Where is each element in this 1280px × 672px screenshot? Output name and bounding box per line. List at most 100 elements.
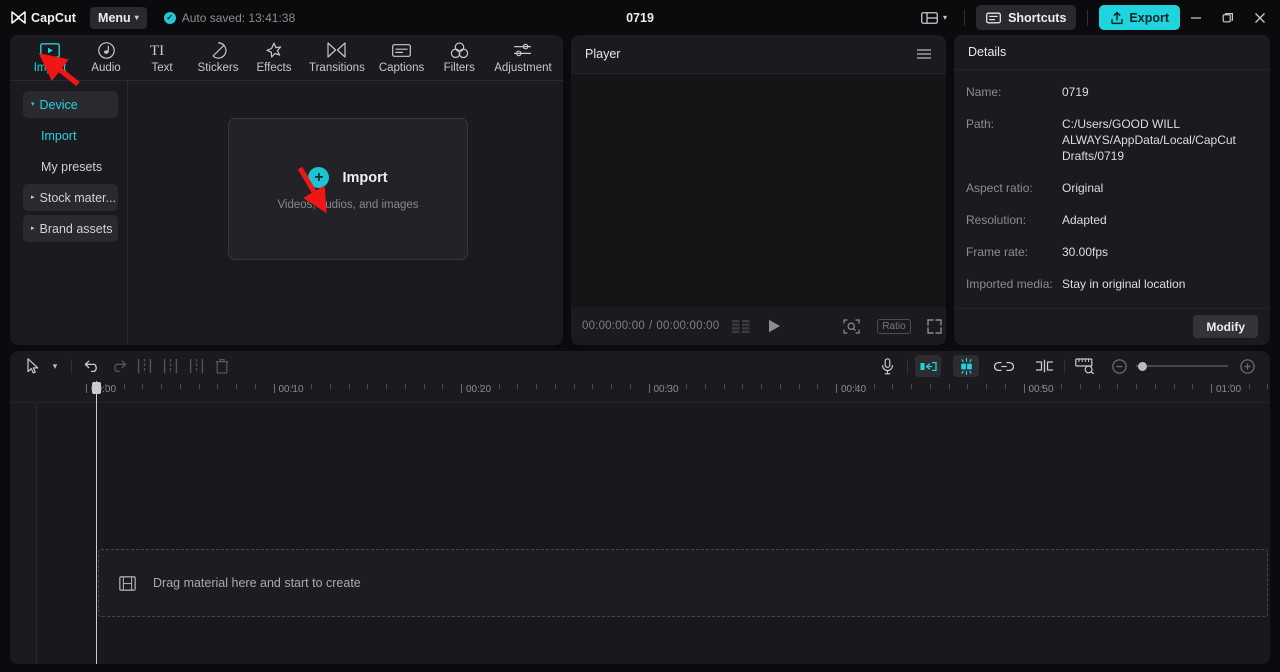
layout-grid-icon bbox=[921, 11, 938, 25]
sidebar-item-my-presets[interactable]: My presets bbox=[23, 153, 118, 180]
tab-label: Transitions bbox=[309, 61, 365, 74]
ruler-tick-minor bbox=[817, 384, 819, 389]
tab-label: Import bbox=[33, 61, 67, 74]
library-content: + Import Videos, audios, and images bbox=[128, 81, 563, 345]
ruler-label: 00:10 bbox=[278, 384, 304, 395]
autosave-text: Auto saved: 13:41:38 bbox=[181, 10, 296, 25]
tab-stickers[interactable]: Stickers bbox=[190, 36, 246, 80]
tab-filters[interactable]: Filters bbox=[431, 36, 487, 80]
shortcuts-button[interactable]: Shortcuts bbox=[976, 5, 1077, 30]
tab-label: Audio bbox=[91, 61, 121, 74]
trim-right-icon[interactable] bbox=[183, 355, 209, 377]
tab-transitions[interactable]: Transitions bbox=[302, 36, 372, 80]
ruler-tick-minor bbox=[329, 384, 331, 389]
auto-snapping-toggle[interactable] bbox=[953, 355, 979, 377]
menu-button[interactable]: Menu ▾ bbox=[90, 6, 147, 29]
ruler-tick-minor bbox=[1004, 384, 1006, 389]
timeline-panel: ▾ 00:00 00:10 00:20 00:30 00:40 00:50 01… bbox=[10, 351, 1270, 664]
filters-circles-icon bbox=[450, 41, 469, 59]
playhead-handle[interactable] bbox=[92, 382, 101, 394]
details-row-imported-media: Imported media: Stay in original locatio… bbox=[966, 276, 1256, 292]
ruler-tick-minor bbox=[179, 384, 181, 389]
tab-adjustment[interactable]: Adjustment bbox=[487, 36, 559, 80]
zoom-slider-track[interactable] bbox=[1136, 361, 1228, 371]
undo-icon[interactable] bbox=[79, 355, 105, 377]
timeline-tracks[interactable]: Drag material here and start to create bbox=[10, 403, 1270, 664]
split-clip-icon[interactable] bbox=[1031, 355, 1057, 377]
split-icon[interactable] bbox=[131, 355, 157, 377]
ruler-tick-major bbox=[461, 384, 462, 393]
zoom-in-icon[interactable] bbox=[1234, 355, 1260, 377]
ruler-tick-minor bbox=[479, 384, 481, 389]
link-icon[interactable] bbox=[991, 355, 1017, 377]
tab-text[interactable]: TI Text bbox=[134, 36, 190, 80]
sidebar-item-device[interactable]: ▾ Device bbox=[23, 91, 118, 118]
sparkle-effects-icon bbox=[265, 42, 283, 59]
ruler-tick-minor bbox=[517, 384, 519, 389]
app-brand: CapCut bbox=[11, 11, 76, 25]
layout-switch-button[interactable]: ▾ bbox=[915, 7, 953, 29]
sidebar-item-stock-materials[interactable]: ▸ Stock mater... bbox=[23, 184, 118, 211]
tab-effects[interactable]: Effects bbox=[246, 36, 302, 80]
ruler-tick-minor bbox=[161, 384, 162, 389]
close-button[interactable] bbox=[1244, 0, 1276, 35]
tab-captions[interactable]: Captions bbox=[372, 36, 431, 80]
timeline-toolbar: ▾ bbox=[10, 351, 1270, 381]
sidebar-item-label: Import bbox=[41, 128, 77, 143]
ruler-tick-minor bbox=[104, 384, 106, 389]
ruler-tick-minor bbox=[348, 384, 350, 389]
tab-label: Adjustment bbox=[494, 61, 552, 74]
tab-import[interactable]: Import bbox=[22, 36, 78, 80]
player-canvas[interactable] bbox=[571, 74, 946, 307]
modify-button[interactable]: Modify bbox=[1193, 315, 1258, 339]
zoom-out-icon[interactable] bbox=[1106, 355, 1132, 377]
ruler-tick-minor bbox=[254, 384, 256, 389]
timeline-zoom-slider[interactable] bbox=[1136, 361, 1228, 371]
ruler-tick-minor bbox=[217, 384, 219, 389]
cursor-dropdown-icon[interactable]: ▾ bbox=[46, 355, 64, 377]
ruler-tick-major bbox=[836, 384, 837, 393]
redo-icon[interactable] bbox=[105, 355, 131, 377]
maximize-restore-button[interactable] bbox=[1212, 0, 1244, 35]
timeline-ruler[interactable]: 00:00 00:10 00:20 00:30 00:40 00:50 01:00 bbox=[10, 381, 1270, 664]
divider bbox=[1064, 358, 1065, 374]
ruler-tick-minor bbox=[948, 384, 950, 389]
playhead[interactable] bbox=[92, 381, 101, 664]
details-value: C:/Users/GOOD WILL ALWAYS/AppData/Local/… bbox=[1062, 116, 1236, 163]
import-dropzone[interactable]: + Import Videos, audios, and images bbox=[228, 118, 468, 260]
trim-left-icon[interactable] bbox=[157, 355, 183, 377]
chevron-right-icon: ▸ bbox=[31, 225, 35, 232]
frame-list-icon[interactable] bbox=[732, 319, 750, 333]
minimize-button[interactable] bbox=[1180, 0, 1212, 35]
sidebar-item-import[interactable]: Import bbox=[23, 122, 118, 149]
tab-label: Filters bbox=[443, 61, 475, 74]
zoom-slider-knob[interactable] bbox=[1138, 361, 1147, 371]
player-menu-icon[interactable] bbox=[916, 48, 932, 60]
export-button[interactable]: Export bbox=[1099, 5, 1180, 30]
play-button[interactable] bbox=[768, 319, 781, 333]
snap-to-left-toggle[interactable] bbox=[915, 355, 941, 377]
timeline-dropzone[interactable]: Drag material here and start to create bbox=[98, 549, 1268, 617]
microphone-icon[interactable] bbox=[874, 355, 900, 377]
media-library-panel: Import Audio TI Text Stickers Effects Tr… bbox=[10, 35, 563, 345]
select-cursor-icon[interactable] bbox=[20, 355, 46, 377]
sidebar-item-brand-assets[interactable]: ▸ Brand assets bbox=[23, 215, 118, 242]
ruler-tick-minor bbox=[1061, 384, 1062, 389]
ruler-tick-minor bbox=[911, 384, 912, 389]
ruler-preview-icon[interactable] bbox=[1072, 355, 1098, 377]
ruler-tick-minor bbox=[723, 384, 725, 389]
details-row-aspect-ratio: Aspect ratio: Original bbox=[966, 180, 1256, 196]
export-upload-icon bbox=[1110, 11, 1124, 25]
check-circle-icon: ✓ bbox=[163, 11, 176, 24]
divider bbox=[1087, 9, 1089, 26]
zoom-fit-icon[interactable] bbox=[843, 318, 860, 334]
delete-icon[interactable] bbox=[209, 355, 235, 377]
ratio-button[interactable]: Ratio bbox=[877, 318, 911, 334]
ruler-tick-minor bbox=[423, 384, 425, 389]
ruler-tick-minor bbox=[1136, 384, 1137, 389]
text-ti-icon: TI bbox=[150, 42, 174, 59]
fullscreen-icon[interactable] bbox=[926, 318, 942, 334]
tab-audio[interactable]: Audio bbox=[78, 36, 134, 80]
svg-text:TI: TI bbox=[150, 43, 164, 58]
ruler-tick-minor bbox=[1154, 384, 1156, 389]
